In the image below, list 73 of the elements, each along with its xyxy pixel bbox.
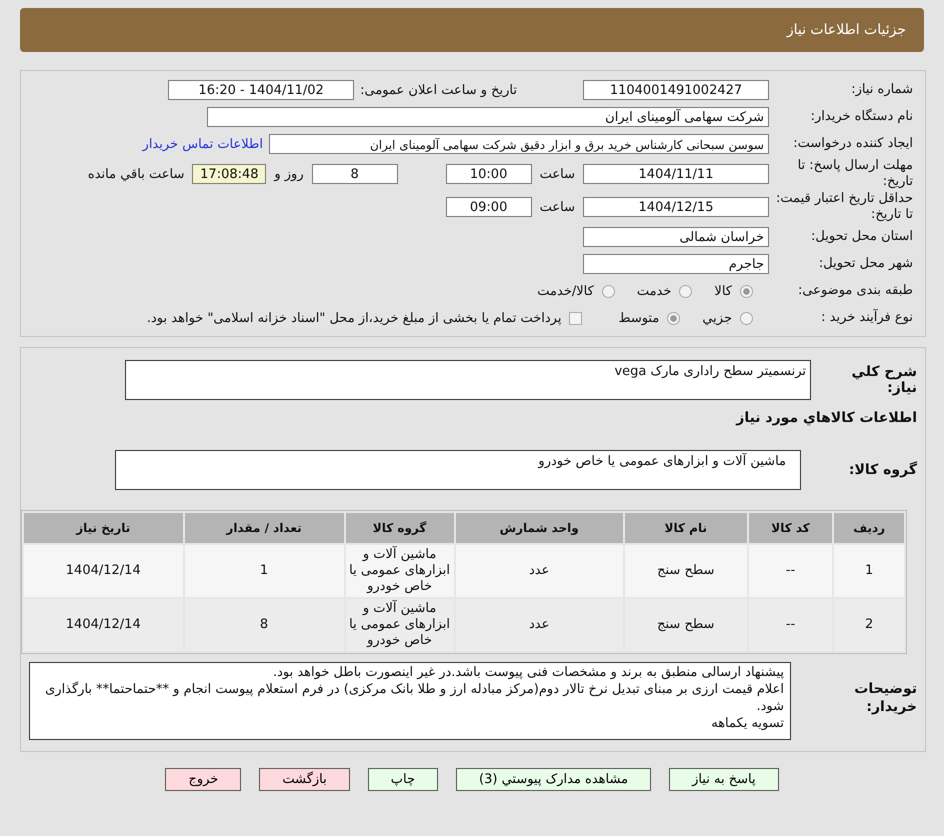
action-button[interactable]: چاپ: [368, 768, 438, 791]
page-title: جزئیات اطلاعات نیاز: [786, 22, 906, 38]
radio-button[interactable]: [679, 284, 692, 298]
buyer-notes-textarea: پیشنهاد ارسالی منطبق به برند و مشخصات فنی پیوست باشد.در غیر اینصورت باطل خواهد بود. اعلام قیمت ارزی بر مبنای تبدیل نرخ تالار دوم(مرکز مبادله ارز و طلا بانک مرکزی) در فرم استعلام پیوست انجام و **حتماحتما** بارگذاری شود. تسویه یکماهه: [29, 662, 791, 740]
table-cell: --: [748, 545, 832, 597]
deadline-time-field: 10:00: [446, 164, 532, 184]
column-header: کد کالا: [748, 513, 832, 543]
field-label: طبقه بندی موضوعی:: [796, 283, 913, 299]
goods-group-textarea: ماشین آلات و ابزارهای عمومی یا خاص خودرو: [115, 450, 801, 490]
field-label: حداقل تاریخ اعتبار قیمت: تا تاریخ:: [775, 191, 913, 223]
table-cell: 1404/12/14: [24, 545, 182, 597]
action-button[interactable]: خروج: [165, 768, 242, 791]
radio-button[interactable]: [602, 284, 615, 298]
field-label: توضیحات خریدار:: [853, 680, 917, 716]
need-number-field: 1104001491002427: [583, 80, 769, 100]
radio-button[interactable]: [740, 284, 753, 298]
radio-button[interactable]: [667, 312, 680, 324]
action-button[interactable]: بازگشت: [259, 768, 350, 791]
province-field: خراسان شمالی: [583, 227, 769, 247]
table-cell: ماشین آلات و ابزارهای عمومی یا خاص خودرو: [346, 545, 454, 597]
field-label: مهلت ارسال پاسخ: تا تاریخ:: [796, 158, 913, 190]
field-label: تاریخ و ساعت اعلان عمومی:: [360, 82, 517, 98]
field-label: شرح کلي نیاز:: [850, 364, 917, 396]
radio-label: خدمت: [636, 284, 672, 298]
field-label: روز و: [274, 166, 304, 182]
requester-field: سوسن سبحانی کارشناس خرید برق و ابزار دقیق شرکت سهامی آلومینای ایران: [269, 134, 769, 154]
field-label: استان محل تحویل:: [810, 229, 913, 245]
table-cell: --: [748, 599, 832, 651]
field-label: نام دستگاه خریدار:: [810, 109, 913, 125]
validity-date-field: 1404/12/15: [583, 197, 769, 217]
table-cell: 2: [834, 599, 904, 651]
field-label: نوع فرآیند خرید :: [820, 310, 913, 326]
radio-label: متوسط: [618, 310, 660, 326]
table-cell: سطح سنج: [624, 545, 747, 597]
field-label: ساعت باقي مانده: [88, 166, 184, 182]
field-label: شماره نیاز:: [850, 82, 913, 98]
radio-label: جزيي: [702, 310, 732, 326]
column-header: ردیف: [834, 513, 904, 543]
action-button[interactable]: پاسخ به نیاز: [669, 768, 779, 791]
buyer-contact-link[interactable]: اطلاعات تماس خریدار: [142, 136, 263, 152]
table-cell: 1: [834, 545, 904, 597]
buyer-org-field: شرکت سهامی آلومینای ایران: [207, 107, 769, 127]
radio-button[interactable]: [740, 312, 753, 324]
column-header: تاریخ نیاز: [24, 513, 182, 543]
radio-label: کالا/خدمت: [537, 284, 594, 298]
field-label: گروه کالا:: [848, 462, 917, 478]
column-header: نام کالا: [624, 513, 747, 543]
remaining-time-field: 17:08:48: [192, 164, 266, 184]
announce-date-field: 1404/11/02 - 16:20: [168, 80, 354, 100]
section-heading: اطلاعات کالاهاي مورد نیاز: [734, 410, 917, 426]
table-cell: سطح سنج: [624, 599, 747, 651]
table-cell: عدد: [456, 545, 623, 597]
field-label: ایجاد کننده درخواست:: [792, 136, 913, 152]
validity-time-field: 09:00: [446, 197, 532, 217]
table-cell: عدد: [456, 599, 623, 651]
checkbox[interactable]: [569, 312, 582, 324]
checkbox-label: پرداخت تمام یا بخشی از مبلغ خرید،از محل "اسناد خزانه اسلامی" خواهد بود.: [146, 310, 562, 326]
days-field: 8: [312, 164, 398, 184]
radio-label: کالا: [714, 284, 732, 298]
table-cell: 8: [184, 599, 344, 651]
field-label: ساعت: [540, 166, 575, 182]
table-cell: 1404/12/14: [24, 599, 182, 651]
column-header: تعداد / مقدار: [184, 513, 344, 543]
city-field: جاجرم: [583, 254, 769, 274]
field-label: شهر محل تحویل:: [818, 256, 913, 272]
field-label: ساعت: [540, 200, 575, 214]
description-textarea: ترنسمیتر سطح راداری مارک vega: [125, 360, 811, 400]
column-header: گروه کالا: [346, 513, 454, 543]
column-header: واحد شمارش: [456, 513, 623, 543]
table-cell: ماشین آلات و ابزارهای عمومی یا خاص خودرو: [346, 599, 454, 651]
deadline-date-field: 1404/11/11: [583, 164, 769, 184]
action-button[interactable]: مشاهده مدارک پیوستي (3): [456, 768, 652, 791]
table-cell: 1: [184, 545, 344, 597]
